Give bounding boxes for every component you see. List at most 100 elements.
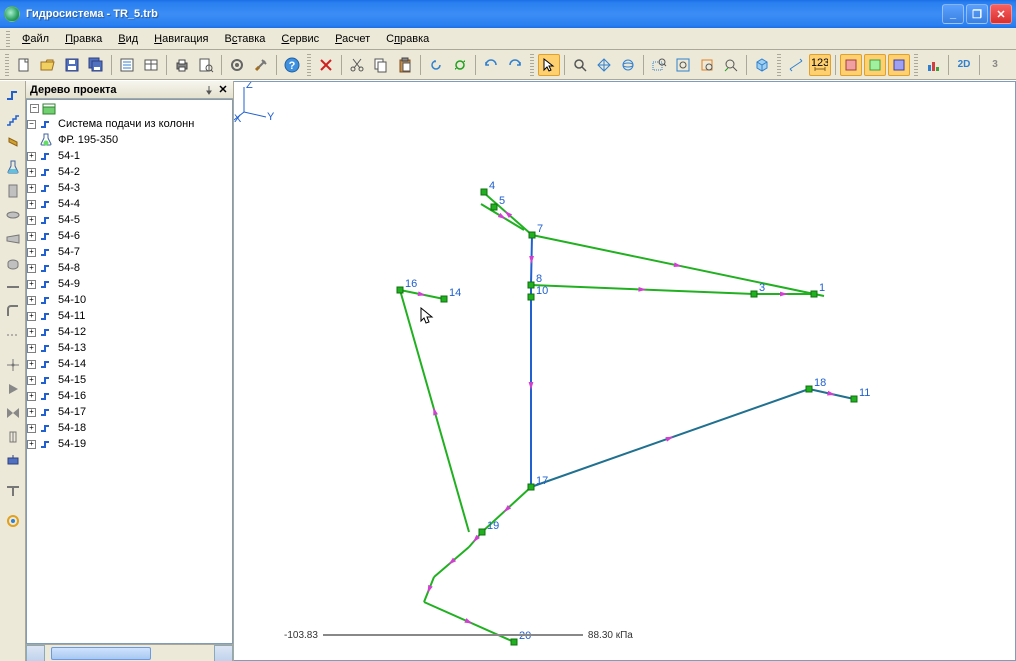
lt-gate-button[interactable] [2, 426, 24, 448]
view-3-button[interactable]: 3 [984, 54, 1006, 76]
paste-button[interactable] [394, 54, 416, 76]
color1-button[interactable] [840, 54, 862, 76]
maximize-button[interactable]: ❐ [966, 4, 988, 24]
menu-insert[interactable]: Вставка [217, 31, 274, 47]
print-button[interactable] [171, 54, 193, 76]
view-2d-button[interactable]: 2D [953, 54, 975, 76]
viewport-3d[interactable]: 4578101614311811171920 -103.83 88.30 кПа… [234, 81, 1016, 661]
zoom-prev-button[interactable] [720, 54, 742, 76]
expand-branch-9[interactable]: + [27, 296, 36, 305]
expand-branch-12[interactable]: + [27, 344, 36, 353]
help-button[interactable]: ? [281, 54, 303, 76]
expand-system[interactable]: − [27, 120, 36, 129]
zoom-selected-button[interactable] [696, 54, 718, 76]
menu-grip[interactable] [6, 31, 10, 47]
lt-pump-button[interactable] [2, 450, 24, 472]
expand-branch-8[interactable]: + [27, 280, 36, 289]
tools-button[interactable] [250, 54, 272, 76]
branch-label-16[interactable]: 54-17 [56, 406, 88, 418]
branch-label-7[interactable]: 54-8 [56, 262, 82, 274]
color3-button[interactable] [888, 54, 910, 76]
minimize-button[interactable]: _ [942, 4, 964, 24]
branch-label-11[interactable]: 54-12 [56, 326, 88, 338]
chart-button[interactable] [922, 54, 944, 76]
delete-button[interactable] [315, 54, 337, 76]
branch-label-8[interactable]: 54-9 [56, 278, 82, 290]
toolbar-grip-1[interactable] [5, 54, 9, 76]
tree-hscrollbar[interactable] [26, 644, 233, 661]
select-mode-button[interactable] [538, 54, 560, 76]
menu-service[interactable]: Сервис [273, 31, 327, 47]
menu-help[interactable]: Справка [378, 31, 437, 47]
tree-body[interactable]: − − Система подачи из колонн [26, 99, 233, 644]
branch-label-14[interactable]: 54-15 [56, 374, 88, 386]
expand-branch-2[interactable]: + [27, 184, 36, 193]
branch-label-0[interactable]: 54-1 [56, 150, 82, 162]
preview-button[interactable] [195, 54, 217, 76]
close-panel-button[interactable]: ✕ [217, 84, 229, 96]
expand-branch-3[interactable]: + [27, 200, 36, 209]
expand-branch-6[interactable]: + [27, 248, 36, 257]
render-button[interactable] [751, 54, 773, 76]
lt-line-button[interactable] [2, 276, 24, 298]
copy-button[interactable] [370, 54, 392, 76]
lt-flange-button[interactable] [2, 204, 24, 226]
redo-button[interactable] [504, 54, 526, 76]
expand-branch-14[interactable]: + [27, 376, 36, 385]
lt-reducer-button[interactable] [2, 228, 24, 250]
expand-branch-13[interactable]: + [27, 360, 36, 369]
lt-valve-button[interactable] [2, 132, 24, 154]
expand-branch-0[interactable]: + [27, 152, 36, 161]
pan-button[interactable] [593, 54, 615, 76]
lt-flask-button[interactable] [2, 156, 24, 178]
lt-support-button[interactable] [2, 480, 24, 502]
dim1-button[interactable] [785, 54, 807, 76]
lt-butterfly-button[interactable] [2, 402, 24, 424]
expand-branch-15[interactable]: + [27, 392, 36, 401]
dim2-button[interactable]: 123 [809, 54, 831, 76]
expand-branch-11[interactable]: + [27, 328, 36, 337]
branch-label-10[interactable]: 54-11 [56, 310, 87, 322]
rotate-ccw-button[interactable] [425, 54, 447, 76]
system-label[interactable]: Система подачи из колонн [56, 118, 196, 130]
branch-label-3[interactable]: 54-4 [56, 198, 82, 210]
color2-button[interactable] [864, 54, 886, 76]
orbit-button[interactable] [617, 54, 639, 76]
lt-elbow-button[interactable] [2, 300, 24, 322]
expand-branch-10[interactable]: + [27, 312, 36, 321]
lt-play-button[interactable] [2, 378, 24, 400]
table-button[interactable] [140, 54, 162, 76]
save-button[interactable] [61, 54, 83, 76]
toolbar-grip-2[interactable] [307, 54, 311, 76]
cut-button[interactable] [346, 54, 368, 76]
zoom-button[interactable] [569, 54, 591, 76]
menu-navigation[interactable]: Навигация [146, 31, 216, 47]
toolbar-grip-3[interactable] [530, 54, 534, 76]
saveall-button[interactable] [85, 54, 107, 76]
zoom-extents-button[interactable] [672, 54, 694, 76]
lt-cap-button[interactable] [2, 252, 24, 274]
new-file-button[interactable] [13, 54, 35, 76]
lt-section-button[interactable] [2, 180, 24, 202]
expand-root[interactable]: − [30, 104, 39, 113]
close-button[interactable]: ✕ [990, 4, 1012, 24]
undo-button[interactable] [480, 54, 502, 76]
lt-stairs-button[interactable] [2, 108, 24, 130]
lt-pipe-button[interactable] [2, 84, 24, 106]
lt-dots-button[interactable] [2, 324, 24, 346]
branch-label-6[interactable]: 54-7 [56, 246, 82, 258]
branch-label-4[interactable]: 54-5 [56, 214, 82, 226]
expand-branch-4[interactable]: + [27, 216, 36, 225]
lt-junction-button[interactable] [2, 354, 24, 376]
branch-label-15[interactable]: 54-16 [56, 390, 88, 402]
branch-label-9[interactable]: 54-10 [56, 294, 88, 306]
lt-record-button[interactable] [2, 510, 24, 532]
menu-calc[interactable]: Расчет [327, 31, 378, 47]
expand-branch-18[interactable]: + [27, 440, 36, 449]
branch-label-18[interactable]: 54-19 [56, 438, 88, 450]
expand-branch-5[interactable]: + [27, 232, 36, 241]
branch-label-17[interactable]: 54-18 [56, 422, 88, 434]
branch-label-13[interactable]: 54-14 [56, 358, 88, 370]
expand-branch-1[interactable]: + [27, 168, 36, 177]
properties-button[interactable] [116, 54, 138, 76]
